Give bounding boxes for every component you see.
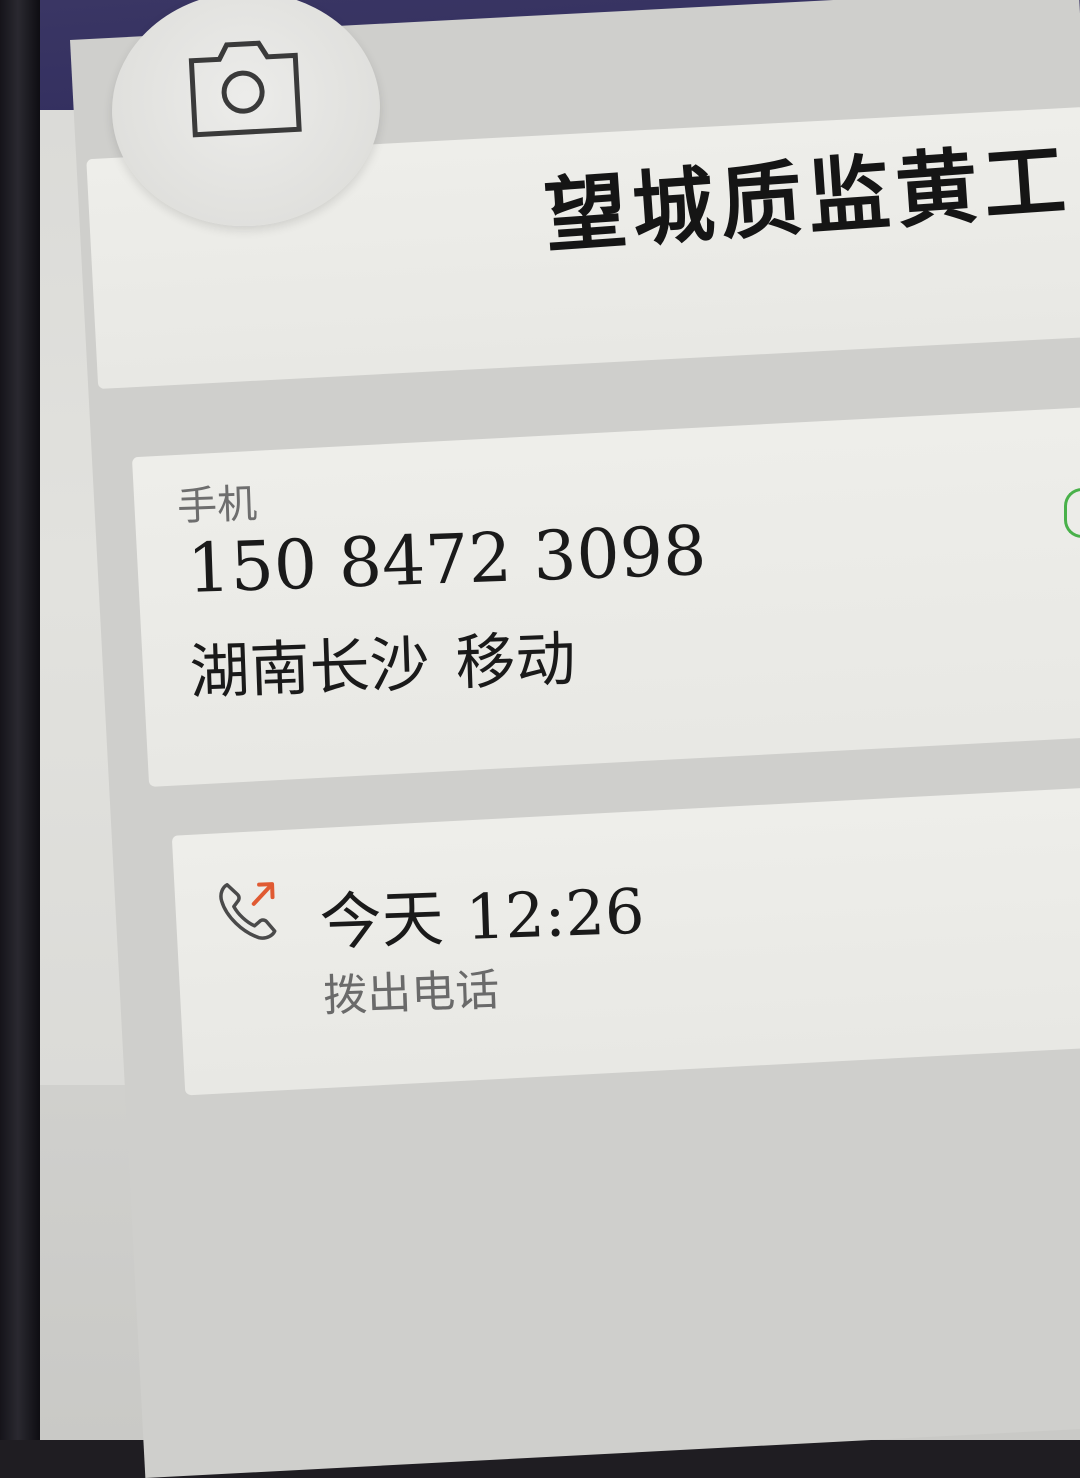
number-type-label: 手机 bbox=[176, 481, 258, 530]
camera-icon bbox=[188, 40, 302, 138]
carrier-label: 移动 bbox=[454, 624, 577, 699]
call-time: 今天 12:26 bbox=[318, 861, 646, 962]
region-label: 湖南长沙 bbox=[188, 629, 431, 708]
outgoing-call-icon bbox=[219, 882, 277, 940]
phone-frame: 望城质监黄工 手机 150 8472 3098 湖南长沙 移动 今天 12:26 拨… bbox=[0, 0, 1080, 1478]
call-type: 拨出电话 bbox=[322, 964, 501, 1022]
call-day: 今天 bbox=[318, 881, 445, 959]
message-icon[interactable] bbox=[1064, 488, 1080, 538]
call-clock: 12:26 bbox=[464, 874, 646, 954]
number-location: 湖南长沙 移动 bbox=[188, 611, 577, 711]
